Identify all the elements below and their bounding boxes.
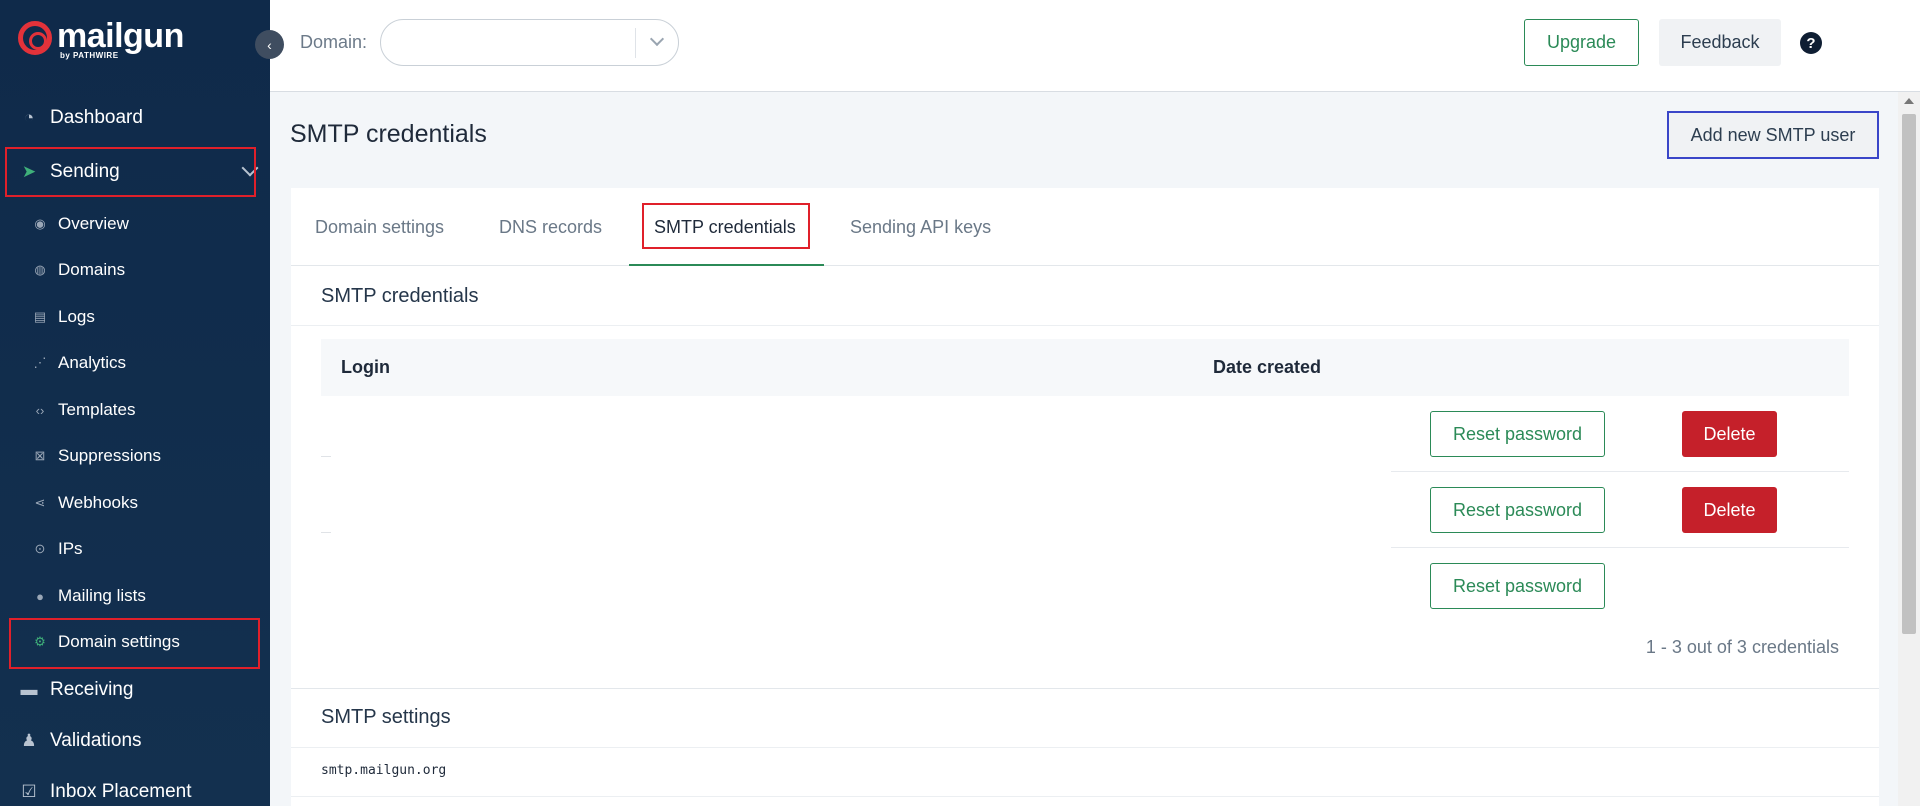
eye-icon: ◉	[34, 216, 46, 231]
column-header-login: Login	[341, 357, 390, 377]
divider	[291, 688, 1879, 689]
tab-sending-api-keys[interactable]: Sending API keys	[850, 188, 991, 266]
smtp-hostname: smtp.mailgun.org	[321, 763, 447, 778]
sidebar-item-overview[interactable]: ◉ Overview	[0, 202, 270, 246]
domain-label: Domain:	[300, 32, 368, 52]
brand-name: mailgun	[57, 17, 184, 55]
inbox-icon: ▬	[20, 680, 38, 699]
collapse-sidebar-button[interactable]: ‹	[255, 30, 284, 59]
tab-domain-settings[interactable]: Domain settings	[315, 188, 444, 266]
sidebar-item-label: Logs	[58, 307, 95, 326]
sidebar-item-label: Inbox Placement	[50, 781, 192, 802]
sidebar-item-label: IPs	[58, 539, 83, 558]
chart-icon: ⋰	[33, 355, 47, 370]
page-title: SMTP credentials	[290, 120, 487, 148]
tab-dns-records[interactable]: DNS records	[499, 188, 602, 266]
sidebar-item-validations[interactable]: ♟ Validations	[0, 717, 270, 765]
sidebar-item-mailing-lists[interactable]: ● Mailing lists	[0, 574, 270, 618]
highlight-sending	[5, 147, 256, 197]
delete-button[interactable]: Delete	[1682, 411, 1777, 457]
sidebar-item-label: Validations	[50, 730, 142, 751]
delete-button[interactable]: Delete	[1682, 487, 1777, 533]
sidebar-item-templates[interactable]: ‹› Templates	[0, 388, 270, 432]
scrollbar[interactable]	[1898, 92, 1920, 806]
x-square-icon: ⊠	[34, 448, 46, 463]
column-header-date-created: Date created	[1213, 357, 1322, 377]
highlight-smtp-tab	[642, 203, 810, 249]
sidebar-item-domains[interactable]: ◍ Domains	[0, 248, 270, 292]
brand-sub: by PATHWIRE	[60, 51, 119, 60]
sidebar-item-inbox-placement[interactable]: ☑ Inbox Placement	[0, 768, 270, 806]
sidebar-item-label: Domains	[58, 260, 126, 279]
location-pin-icon: ⊙	[34, 541, 46, 556]
divider	[291, 325, 1879, 326]
scroll-up-arrow-icon[interactable]	[1904, 98, 1914, 104]
document-icon: ▤	[33, 309, 47, 324]
user-check-icon: ♟	[21, 731, 37, 750]
pagination-count: 1 - 3 out of 3 credentials	[1645, 637, 1839, 657]
sidebar-item-label: Webhooks	[58, 493, 139, 512]
help-icon[interactable]: ?	[1800, 32, 1822, 54]
sidebar-item-webhooks[interactable]: ⋖ Webhooks	[0, 481, 270, 525]
add-smtp-user-button[interactable]: Add new SMTP user	[1667, 111, 1879, 159]
table-row: Reset password Delete	[291, 472, 1879, 548]
feedback-button[interactable]: Feedback	[1659, 19, 1781, 66]
reset-password-button[interactable]: Reset password	[1430, 487, 1605, 533]
active-tab-indicator	[629, 264, 824, 266]
sidebar-item-label: Overview	[58, 214, 129, 233]
reset-password-button[interactable]: Reset password	[1430, 411, 1605, 457]
sidebar-item-suppressions[interactable]: ⊠ Suppressions	[0, 434, 270, 478]
smtp-settings-heading: SMTP settings	[321, 706, 451, 728]
mailgun-logo-icon	[18, 21, 52, 55]
highlight-domain-settings	[9, 618, 260, 669]
sidebar-item-ips[interactable]: ⊙ IPs	[0, 527, 270, 571]
sidebar-item-label: Suppressions	[58, 446, 162, 465]
domain-select[interactable]	[380, 19, 679, 66]
table-row: Reset password Delete	[291, 396, 1879, 472]
domain-settings-card: Domain settings DNS records SMTP credent…	[291, 188, 1879, 806]
divider	[291, 796, 1879, 797]
sidebar-item-label: Templates	[58, 400, 136, 419]
sidebar-item-receiving[interactable]: ▬ Receiving	[0, 666, 270, 714]
share-icon: ⋖	[34, 495, 46, 510]
login-cell	[321, 532, 331, 533]
sidebar-item-dashboard[interactable]: ◔ Dashboard	[0, 94, 270, 142]
sidebar-item-label: Analytics	[58, 353, 127, 372]
reset-password-button[interactable]: Reset password	[1430, 563, 1605, 609]
checkbox-icon: ☑	[21, 782, 37, 801]
scrollbar-thumb[interactable]	[1902, 114, 1916, 634]
sidebar-item-analytics[interactable]: ⋰ Analytics	[0, 341, 270, 385]
login-cell	[321, 456, 331, 457]
mailgun-logo[interactable]: mailgun by PATHWIRE	[18, 18, 184, 66]
globe-icon: ◍	[34, 262, 46, 277]
sidebar-item-logs[interactable]: ▤ Logs	[0, 295, 270, 339]
code-icon: ‹›	[35, 402, 45, 418]
sidebar-item-label: Dashboard	[50, 107, 143, 128]
tab-bar: Domain settings DNS records SMTP credent…	[291, 188, 1879, 266]
sidebar: mailgun by PATHWIRE ◔ Dashboard ➤ Sendin…	[0, 0, 270, 806]
select-divider	[635, 28, 636, 58]
upgrade-button[interactable]: Upgrade	[1524, 19, 1639, 66]
dashboard-icon: ◔	[23, 108, 35, 127]
top-bar: Domain: Upgrade Feedback ?	[270, 0, 1920, 92]
smtp-credentials-heading: SMTP credentials	[321, 285, 479, 307]
divider	[291, 747, 1879, 748]
chevron-down-icon	[649, 31, 665, 47]
sidebar-item-label: Mailing lists	[58, 586, 146, 605]
sidebar-item-label: Receiving	[50, 679, 134, 700]
person-icon: ●	[36, 588, 44, 604]
table-row: Reset password	[291, 548, 1879, 624]
table-header: Login Date created	[321, 339, 1849, 396]
chevron-left-icon: ‹	[267, 36, 272, 53]
